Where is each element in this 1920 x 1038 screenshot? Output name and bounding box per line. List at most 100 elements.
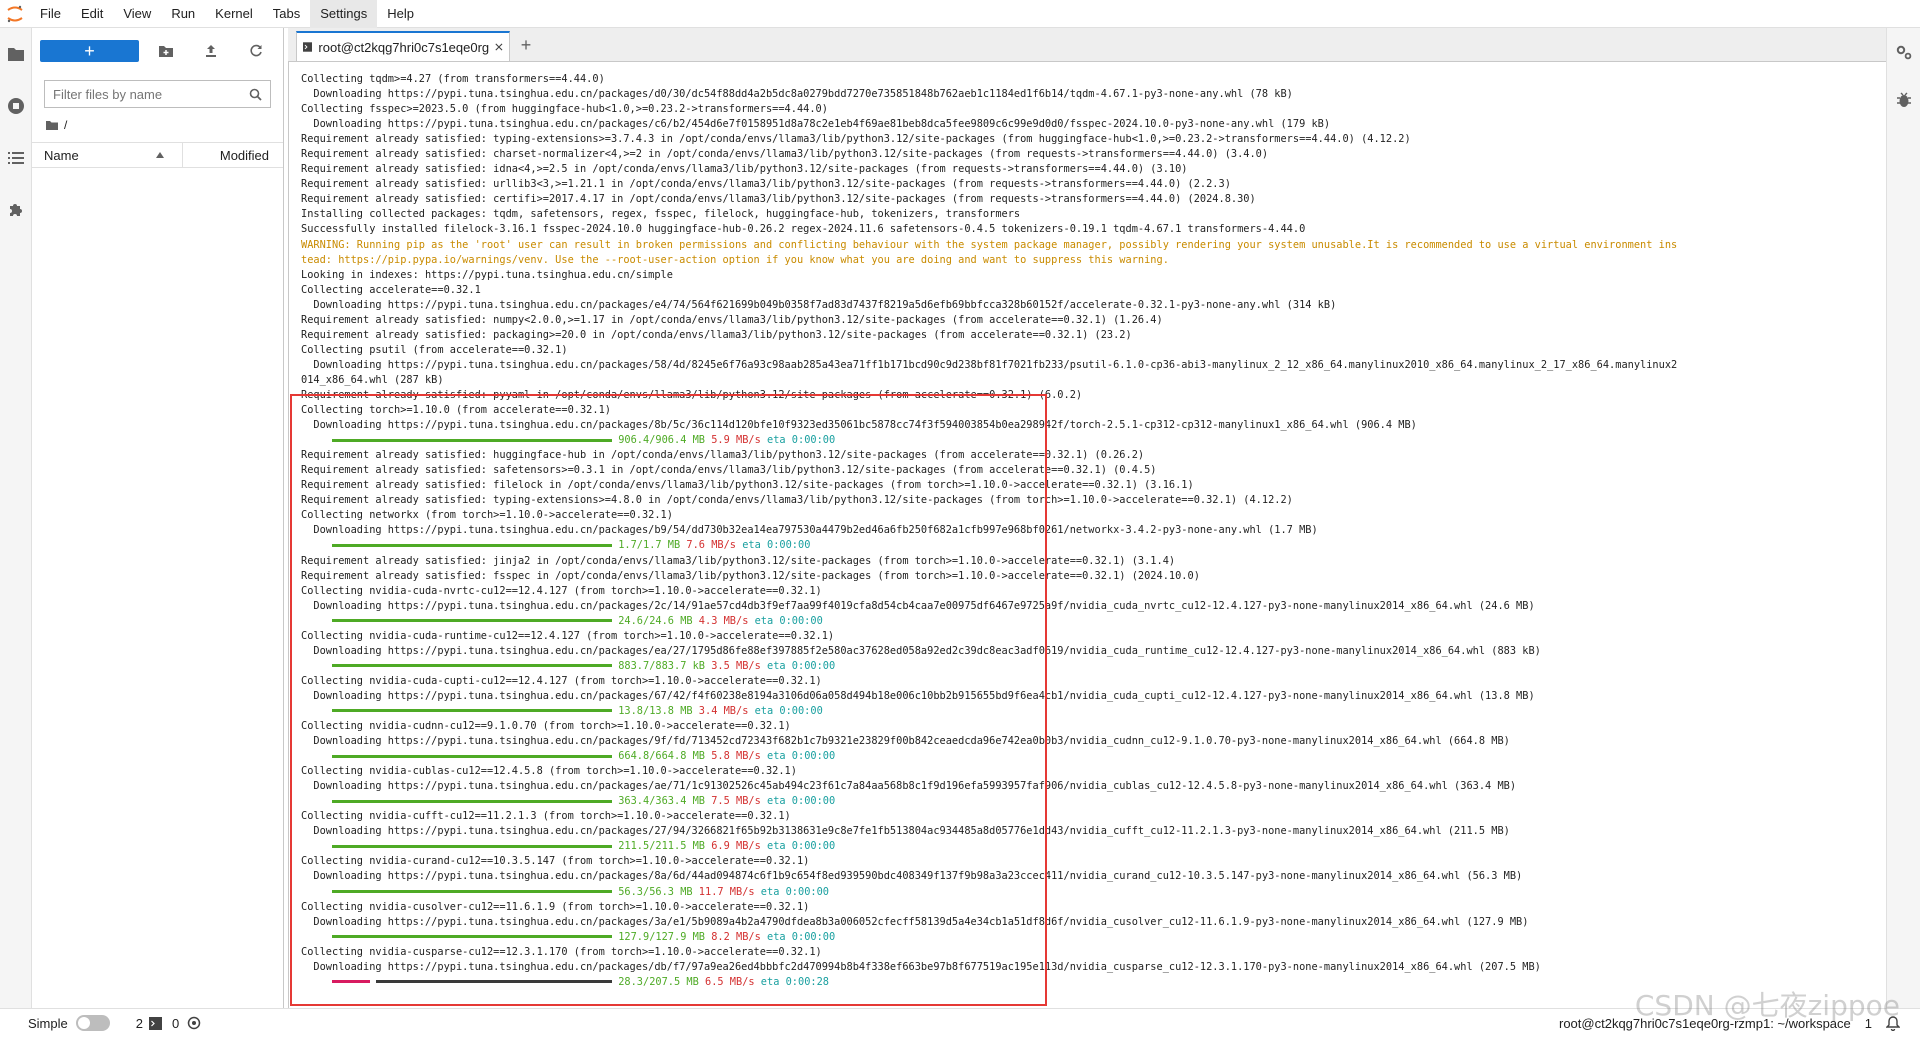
bell-icon[interactable] xyxy=(1886,1016,1900,1031)
download-progress-line: 28.3/207.5 MB 6.5 MB/s eta 0:00:28 xyxy=(301,975,1869,990)
file-list-header: Name Modified xyxy=(32,142,283,168)
tab-terminal[interactable]: root@ct2kqg7hri0c7s1eqe0rg xyxy=(296,31,510,61)
terminal-line: Requirement already satisfied: urllib3<3… xyxy=(301,178,1231,191)
column-name[interactable]: Name xyxy=(32,142,183,168)
terminal-icon xyxy=(148,1016,162,1030)
file-browser-tab[interactable] xyxy=(0,28,32,80)
menu-tabs[interactable]: Tabs xyxy=(263,0,310,28)
kernels-count[interactable]: 0 xyxy=(172,1016,179,1031)
progress-done: 211.5/211.5 MB xyxy=(612,840,705,853)
status-bar-right: root@ct2kqg7hri0c7s1eqe0rg-rzmp1: ~/work… xyxy=(1559,1009,1900,1038)
progress-speed: 6.9 MB/s xyxy=(705,840,761,853)
filter-files-input[interactable]: Filter files by name xyxy=(44,80,271,108)
terminal-line: Downloading https://pypi.tuna.tsinghua.e… xyxy=(301,524,1318,537)
progress-indent xyxy=(301,840,332,852)
download-progress-line: 211.5/211.5 MB 6.9 MB/s eta 0:00:00 xyxy=(301,839,1869,854)
property-inspector-tab[interactable] xyxy=(1887,28,1920,76)
terminal-line: Downloading https://pypi.tuna.tsinghua.e… xyxy=(301,825,1510,838)
progress-indent xyxy=(301,434,332,446)
new-tab-button[interactable]: + xyxy=(514,33,538,57)
table-of-contents-tab[interactable] xyxy=(0,132,32,184)
terminal-line: Collecting nvidia-cusolver-cu12==11.6.1.… xyxy=(301,900,810,913)
close-icon[interactable] xyxy=(495,42,503,52)
progress-speed: 5.9 MB/s xyxy=(705,434,761,447)
progress-bar-remaining xyxy=(376,980,612,984)
menu-run[interactable]: Run xyxy=(161,0,205,28)
progress-indent xyxy=(301,660,332,672)
terminal-panel[interactable]: Collecting tqdm>=4.27 (from transformers… xyxy=(288,62,1886,1008)
terminal-line: Collecting nvidia-cudnn-cu12==9.1.0.70 (… xyxy=(301,720,791,733)
debugger-tab[interactable] xyxy=(1887,76,1920,124)
progress-bar-fill xyxy=(332,619,612,623)
right-activity-bar xyxy=(1886,28,1920,1008)
progress-eta: eta 0:00:00 xyxy=(760,659,836,672)
terminal-line: 014_x86_64.whl (287 kB) xyxy=(301,373,444,386)
refresh-button[interactable] xyxy=(238,40,275,62)
menu-settings[interactable]: Settings xyxy=(310,0,378,28)
progress-done: 664.8/664.8 MB xyxy=(612,750,705,763)
refresh-icon xyxy=(250,44,263,57)
progress-bar-fill xyxy=(332,754,612,758)
terminal-line: Downloading https://pypi.tuna.tsinghua.e… xyxy=(301,915,1529,928)
column-modified[interactable]: Modified xyxy=(183,148,283,163)
file-browser-toolbar: + xyxy=(32,28,283,74)
download-progress-line: 906.4/906.4 MB 5.9 MB/s eta 0:00:00 xyxy=(301,433,1869,448)
terminal-line: Looking in indexes: https://pypi.tuna.ts… xyxy=(301,268,673,281)
terminal-icon xyxy=(303,42,313,52)
terminal-line: Collecting accelerate==0.32.1 xyxy=(301,283,481,296)
terminal-line: Downloading https://pypi.tuna.tsinghua.e… xyxy=(301,870,1523,883)
breadcrumb: / xyxy=(46,116,269,134)
progress-eta: eta 0:00:00 xyxy=(760,840,836,853)
extension-manager-tab[interactable] xyxy=(0,184,32,236)
bug-icon xyxy=(1897,92,1911,107)
progress-eta: eta 0:00:00 xyxy=(748,614,823,627)
jupyter-logo-icon[interactable] xyxy=(0,0,30,28)
upload-icon xyxy=(205,45,216,57)
folder-icon[interactable] xyxy=(46,120,58,130)
download-progress-line: 56.3/56.3 MB 11.7 MB/s eta 0:00:00 xyxy=(301,885,1869,900)
notification-count[interactable]: 1 xyxy=(1865,1016,1872,1031)
folder-icon xyxy=(8,48,24,61)
progress-indent xyxy=(301,976,332,988)
breadcrumb-root[interactable]: / xyxy=(64,118,67,132)
progress-done: 127.9/127.9 MB xyxy=(612,930,705,943)
terminal-line: Collecting psutil (from accelerate==0.32… xyxy=(301,343,568,356)
puzzle-icon xyxy=(10,204,22,216)
terminal-line: Downloading https://pypi.tuna.tsinghua.e… xyxy=(301,419,1417,432)
simple-mode-toggle[interactable] xyxy=(75,1015,110,1031)
download-progress-line: 363.4/363.4 MB 7.5 MB/s eta 0:00:00 xyxy=(301,794,1869,809)
terminal-line: Downloading https://pypi.tuna.tsinghua.e… xyxy=(301,780,1517,793)
progress-bar-fill xyxy=(332,980,370,984)
progress-eta: eta 0:00:00 xyxy=(760,750,836,763)
menu-file[interactable]: File xyxy=(30,0,71,28)
progress-done: 28.3/207.5 MB xyxy=(612,975,699,988)
new-launcher-button[interactable]: + xyxy=(40,40,139,62)
menu-view[interactable]: View xyxy=(113,0,161,28)
terminal-output: Collecting tqdm>=4.27 (from transformers… xyxy=(301,72,1869,990)
list-icon xyxy=(8,152,24,164)
main-tab-bar: root@ct2kqg7hri0c7s1eqe0rg + xyxy=(288,28,1886,62)
upload-button[interactable] xyxy=(192,40,229,62)
terminal-line: Downloading https://pypi.tuna.tsinghua.e… xyxy=(301,735,1510,748)
progress-done: 13.8/13.8 MB xyxy=(612,704,693,717)
progress-eta: eta 0:00:00 xyxy=(748,704,823,717)
new-folder-button[interactable] xyxy=(147,40,184,62)
terminal-line: Collecting networkx (from torch>=1.10.0-… xyxy=(301,509,673,522)
progress-speed: 3.5 MB/s xyxy=(705,659,761,672)
terminal-line: Collecting nvidia-curand-cu12==10.3.5.14… xyxy=(301,855,810,868)
terminal-line: Requirement already satisfied: idna<4,>=… xyxy=(301,163,1188,176)
terminal-warning-line: WARNING: Running pip as the 'root' user … xyxy=(301,238,1678,251)
terminal-line: Requirement already satisfied: pyyaml in… xyxy=(301,388,1083,401)
progress-done: 24.6/24.6 MB xyxy=(612,614,693,627)
progress-speed: 6.5 MB/s xyxy=(698,975,755,988)
menu-kernel[interactable]: Kernel xyxy=(205,0,263,28)
terminal-path: root@ct2kqg7hri0c7s1eqe0rg-rzmp1: ~/work… xyxy=(1559,1016,1851,1031)
progress-indent xyxy=(301,886,332,898)
terminals-count[interactable]: 2 xyxy=(136,1016,143,1031)
progress-indent xyxy=(301,931,332,943)
menu-edit[interactable]: Edit xyxy=(71,0,113,28)
progress-speed: 3.4 MB/s xyxy=(692,704,749,717)
menu-help[interactable]: Help xyxy=(377,0,424,28)
terminal-line: Collecting nvidia-cuda-cupti-cu12==12.4.… xyxy=(301,674,822,687)
running-sessions-tab[interactable] xyxy=(0,80,32,132)
